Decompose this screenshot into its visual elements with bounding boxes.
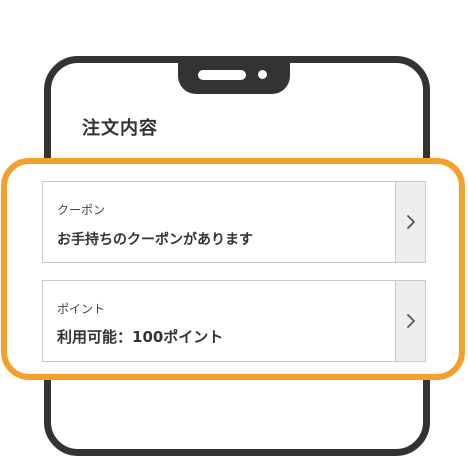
coupon-row-content: クーポン お手持ちのクーポンがあります xyxy=(43,182,395,262)
points-chevron-button[interactable] xyxy=(395,281,425,361)
points-value: 利用可能：100ポイント xyxy=(57,328,224,346)
speaker-icon xyxy=(198,70,246,80)
coupon-row[interactable]: クーポン お手持ちのクーポンがあります xyxy=(42,181,426,263)
points-row[interactable]: ポイント 利用可能：100ポイント xyxy=(42,280,426,362)
coupon-chevron-button[interactable] xyxy=(395,182,425,262)
page-title: 注文内容 xyxy=(82,118,158,139)
points-row-content: ポイント 利用可能：100ポイント xyxy=(43,281,395,361)
chevron-right-icon xyxy=(406,314,415,328)
chevron-right-icon xyxy=(406,215,415,229)
camera-icon xyxy=(258,70,267,79)
points-label: ポイント xyxy=(57,302,106,316)
coupon-label: クーポン xyxy=(57,203,106,217)
coupon-value: お手持ちのクーポンがあります xyxy=(57,232,253,248)
